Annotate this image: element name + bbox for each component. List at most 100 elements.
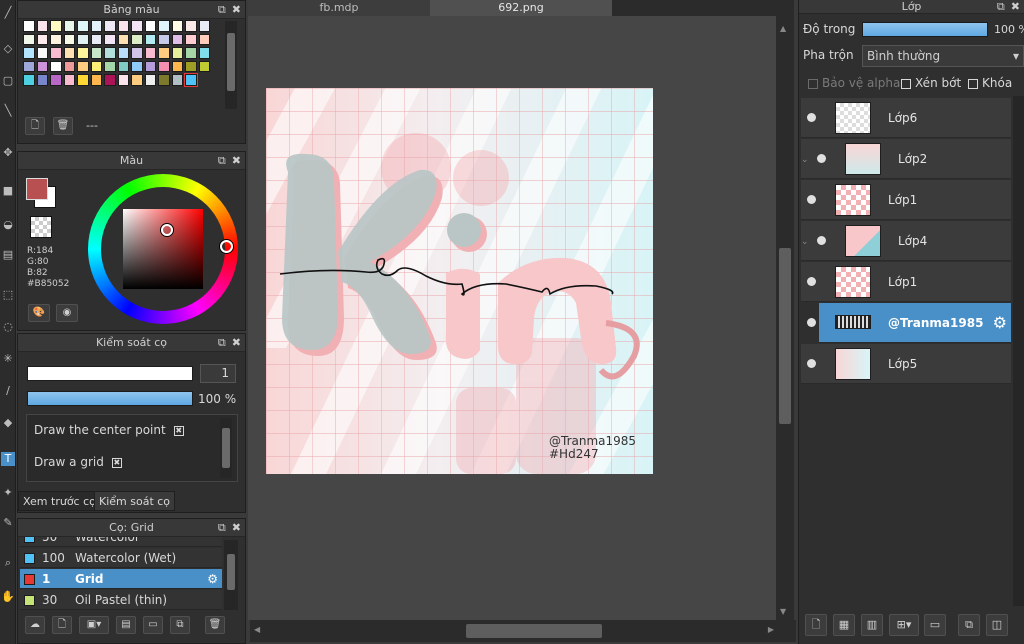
palette-swatch[interactable] [104, 74, 116, 86]
brush-icon[interactable]: ╲ [1, 104, 15, 118]
palette-swatch[interactable] [104, 60, 116, 72]
close-icon[interactable]: ✖ [232, 154, 241, 167]
palette-swatch[interactable] [158, 20, 170, 32]
palette-swatch[interactable] [131, 47, 143, 59]
palette-swatch[interactable] [171, 47, 183, 59]
tab-brush-control[interactable]: Kiểm soát cọ [94, 491, 176, 511]
scroll-right-icon[interactable]: ▶ [768, 625, 774, 634]
duplicate-brush-button[interactable]: ⧉ [170, 616, 190, 634]
transform-icon[interactable]: ✦ [1, 486, 15, 500]
palette-swatch[interactable] [50, 60, 62, 72]
delete-palette-button[interactable]: 🗑 [53, 117, 73, 135]
palette-swatch[interactable] [144, 47, 156, 59]
brush-options-scrollbar[interactable] [220, 418, 232, 478]
brush-row[interactable]: 30 Oil Pastel (thin) [20, 590, 222, 610]
palette-swatch[interactable] [144, 20, 156, 32]
palette-swatch[interactable] [171, 33, 183, 45]
select-lasso-icon[interactable]: ◌ [1, 320, 15, 334]
gear-icon[interactable]: ⚙ [207, 569, 218, 589]
palette-swatch[interactable] [185, 47, 197, 59]
palette-swatch[interactable] [131, 33, 143, 45]
pen-icon[interactable]: ╱ [1, 6, 15, 20]
palette-swatch[interactable] [131, 74, 143, 86]
palette-swatch[interactable] [90, 74, 102, 86]
option-draw-grid[interactable]: Draw a grid ✖ [34, 455, 122, 469]
palette-swatch[interactable] [90, 47, 102, 59]
select-rect-icon[interactable]: ⬚ [1, 288, 15, 302]
palette-swatch[interactable] [144, 33, 156, 45]
smudge-icon[interactable]: ✎ [1, 516, 15, 530]
primary-color-swatch[interactable] [26, 178, 48, 200]
download-brush-button[interactable]: ☁ [25, 616, 45, 634]
color-mixer-button[interactable]: ◉ [56, 304, 78, 322]
palette-swatch[interactable] [50, 33, 62, 45]
palette-swatch[interactable] [63, 60, 75, 72]
palette-swatch[interactable] [158, 33, 170, 45]
saturation-value-square[interactable] [123, 209, 203, 289]
zoom-icon[interactable]: ⌕ [1, 556, 15, 570]
palette-swatch[interactable] [158, 74, 170, 86]
palette-swatch[interactable] [104, 33, 116, 45]
brush-settings-button[interactable]: ▤ [116, 616, 136, 634]
layer-opacity-slider[interactable] [862, 22, 988, 37]
brush-row[interactable]: 100 Watercolor (Wet) [20, 548, 222, 568]
transparent-color-swatch[interactable] [30, 216, 52, 238]
float-icon[interactable]: ⧉ [218, 3, 226, 16]
layer-row-tranma-selected[interactable]: @Tranma1985 ⚙ [807, 303, 1011, 343]
brush-folder-button[interactable]: ▭ [143, 616, 163, 634]
palette-swatch[interactable] [158, 47, 170, 59]
palette-swatch[interactable] [158, 60, 170, 72]
float-icon[interactable]: ⧉ [218, 336, 226, 349]
clip-checkbox[interactable]: Xén bớt [901, 76, 961, 90]
text-tool-icon[interactable]: T [1, 452, 15, 466]
new-layer-button[interactable]: 🗋 [805, 614, 827, 636]
palette-swatch[interactable] [144, 60, 156, 72]
palette-swatch[interactable] [36, 74, 48, 86]
blend-mode-select[interactable]: Bình thường ▾ [862, 45, 1024, 67]
gradient-icon[interactable]: ▤ [1, 248, 15, 262]
lock-checkbox[interactable]: Khóa [968, 76, 1012, 90]
bucket-icon[interactable]: ◒ [1, 218, 15, 232]
brush-opacity-slider[interactable] [27, 391, 193, 406]
rectangle-icon[interactable]: ▢ [1, 74, 15, 88]
new-palette-button[interactable]: 🗋 [25, 117, 45, 135]
palette-swatch[interactable] [36, 20, 48, 32]
eye-icon[interactable] [807, 318, 816, 327]
palette-swatch[interactable] [23, 33, 35, 45]
palette-swatch[interactable] [50, 47, 62, 59]
palette-swatch[interactable] [117, 74, 129, 86]
option-draw-center-point[interactable]: Draw the center point ✖ [34, 423, 184, 437]
palette-swatch[interactable] [36, 60, 48, 72]
palette-swatch[interactable] [63, 33, 75, 45]
palette-swatch[interactable] [23, 60, 35, 72]
eraser-icon[interactable]: ◆ [1, 416, 15, 430]
canvas-hscroll-thumb[interactable] [466, 624, 602, 638]
float-icon[interactable]: ⧉ [218, 154, 226, 167]
hue-picker-handle[interactable] [220, 240, 233, 253]
palette-swatch[interactable] [198, 60, 210, 72]
fill-rect-icon[interactable]: ■ [1, 184, 15, 198]
palette-swatch[interactable] [77, 74, 89, 86]
palette-scrollbar[interactable] [225, 21, 237, 109]
palette-swatch[interactable] [171, 74, 183, 86]
palette-swatch[interactable] [144, 74, 156, 86]
palette-swatch[interactable] [131, 20, 143, 32]
palette-swatch[interactable] [77, 47, 89, 59]
layer-list-scrollbar[interactable] [1013, 96, 1024, 606]
tab-brush-preview[interactable]: Xem trước cọ [18, 491, 101, 511]
new-1bit-layer-button[interactable]: ▥ [861, 614, 883, 636]
checkbox-draw-grid[interactable]: ✖ [111, 457, 122, 468]
new-brush-button[interactable]: 🗋 [52, 616, 72, 634]
palette-swatch[interactable] [104, 20, 116, 32]
palette-swatch[interactable] [104, 47, 116, 59]
tab-document-fb[interactable]: fb.mdp [248, 0, 430, 16]
layer-row-lop5[interactable]: Lớp5 [801, 344, 1011, 384]
merge-layer-button[interactable]: ◫ [986, 614, 1008, 636]
eye-icon[interactable] [807, 277, 816, 286]
brush-row[interactable]: 50 Watercolor [20, 537, 222, 547]
palette-swatch[interactable] [117, 60, 129, 72]
palette-swatch[interactable] [63, 20, 75, 32]
scroll-up-icon[interactable]: ▲ [780, 24, 786, 33]
palette-swatch[interactable] [171, 20, 183, 32]
palette-swatch[interactable] [185, 60, 197, 72]
